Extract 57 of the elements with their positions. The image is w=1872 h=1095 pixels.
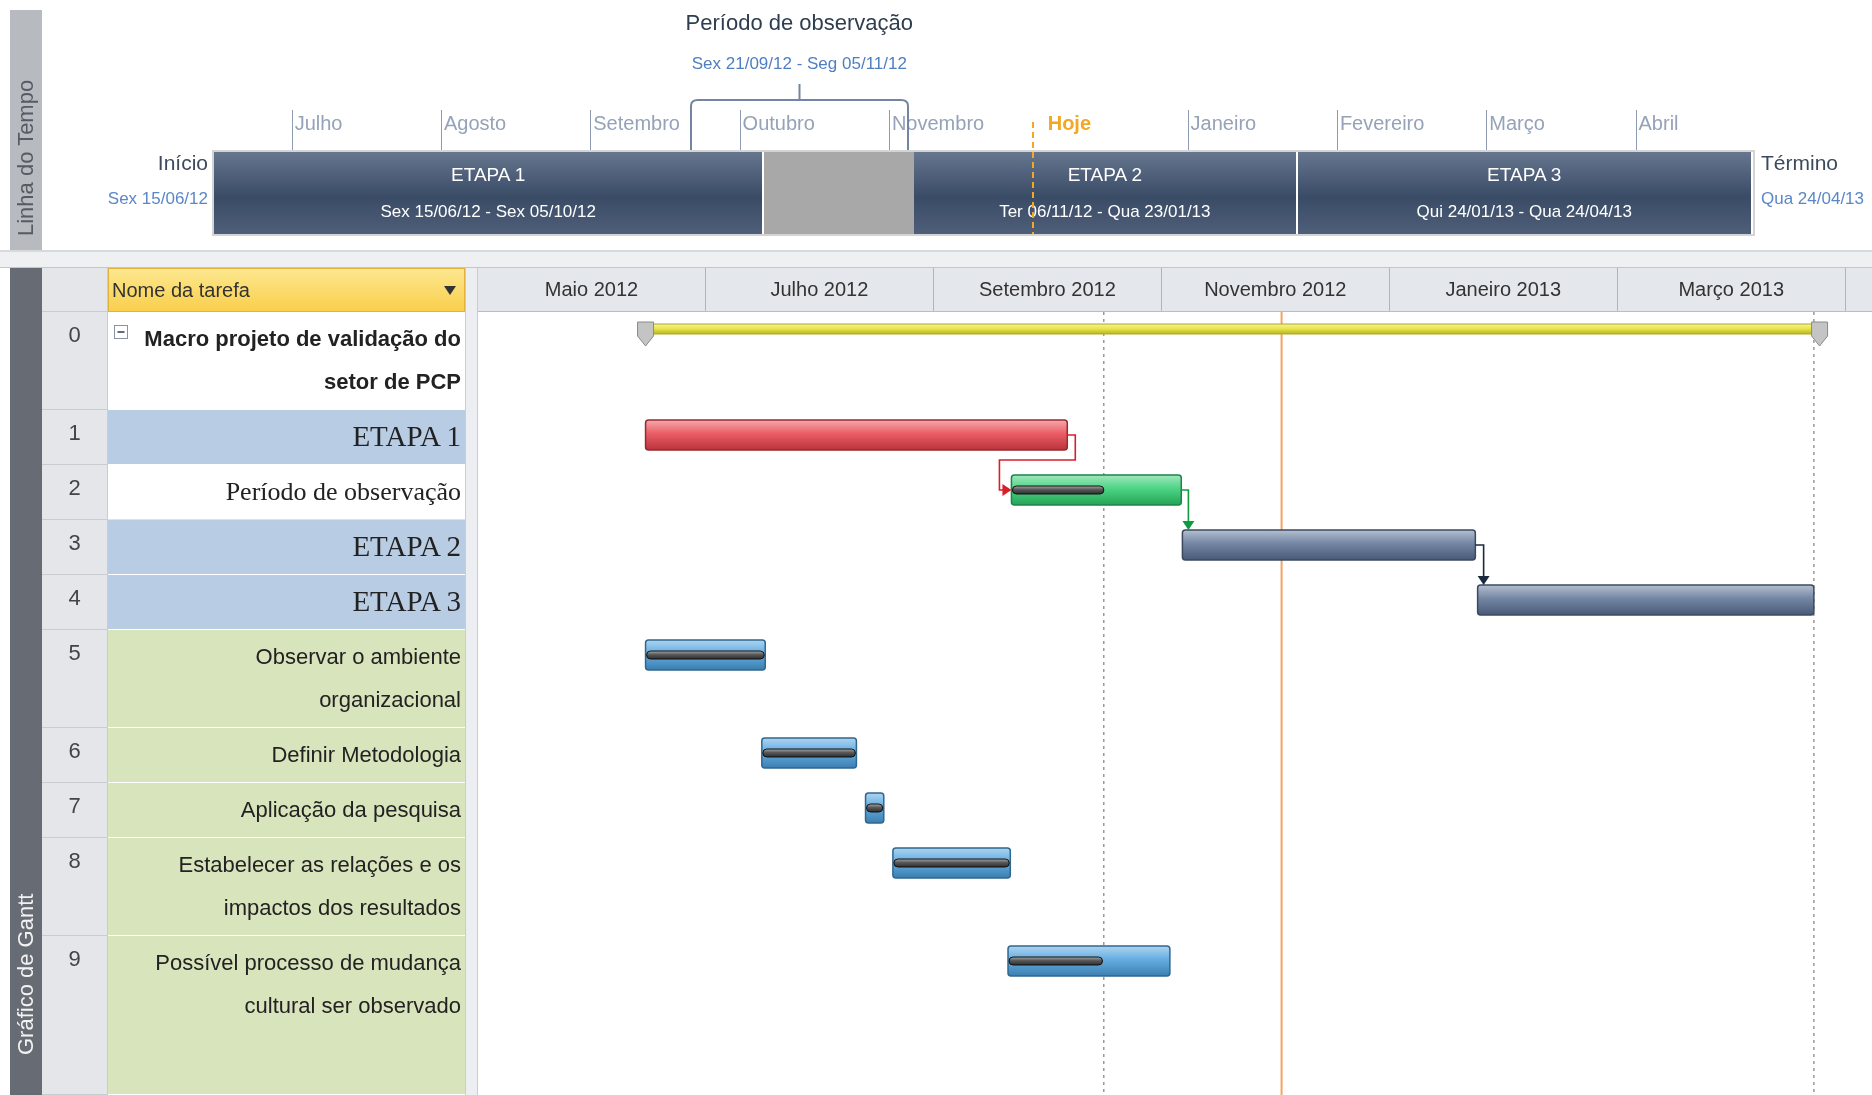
row-number: 4 — [42, 575, 108, 630]
start-date: Sex 15/06/12 — [107, 188, 208, 210]
link-arrow — [1474, 544, 1490, 585]
segment-dates: Sex 15/06/12 - Sex 05/10/12 — [380, 202, 596, 222]
month-label: Abril — [1635, 110, 1679, 150]
month-label: Julho — [291, 110, 343, 150]
task-name: Macro projeto de validação do setor de PCP — [143, 325, 461, 396]
row-number: 5 — [42, 630, 108, 728]
timeline-segment[interactable]: ETAPA 3 Qui 24/01/13 - Qua 24/04/13 — [1297, 152, 1753, 234]
month-label: Outubro — [739, 110, 815, 150]
timescale-label: Janeiro 2013 — [1389, 268, 1618, 311]
task-name: Estabelecer as relações e os impactos dos resultados — [177, 851, 461, 922]
row-number: 0 — [42, 312, 108, 410]
month-label: Março — [1486, 110, 1545, 150]
dropdown-icon[interactable] — [444, 285, 456, 295]
task-name: Aplicação da pesquisa — [239, 796, 461, 824]
start-label: Início — [157, 150, 208, 176]
today-label: Hoje — [1046, 111, 1092, 136]
row-number: 7 — [42, 783, 108, 838]
finish-date: Qua 24/04/13 — [1761, 188, 1865, 210]
column-header[interactable]: Nome da tarefa — [108, 268, 465, 312]
month-label: Fevereiro — [1336, 110, 1425, 150]
timescale-label: Julho 2012 — [705, 268, 934, 311]
segment-title: ETAPA 2 — [1067, 164, 1142, 186]
row-number: 8 — [42, 838, 108, 936]
task-name: Observar o ambiente organizacional — [254, 643, 461, 714]
row-number: 1 — [42, 410, 108, 465]
collapse-icon[interactable] — [114, 325, 128, 339]
link-arrow — [1180, 489, 1195, 530]
task-name: Definir Metodologia — [270, 741, 461, 769]
month-label: Setembro — [590, 110, 680, 150]
task-name: ETAPA 1 — [351, 419, 461, 454]
timeline-segment[interactable]: ETAPA 1 Sex 15/06/12 - Sex 05/10/12 — [214, 152, 765, 234]
month-label: Janeiro — [1187, 110, 1257, 150]
task-name: Período de observação — [224, 476, 461, 508]
row-number: 9 — [42, 936, 108, 1095]
timescale-label: Maio 2012 — [478, 268, 706, 311]
column-title: Nome da tarefa — [112, 278, 251, 302]
timescale-label: Março 2013 — [1617, 268, 1846, 311]
timescale-label: Setembro 2012 — [933, 268, 1162, 311]
month-label: Agosto — [440, 110, 507, 150]
row-number: 3 — [42, 520, 108, 575]
segment-dates: Ter 06/11/12 - Qua 23/01/13 — [999, 202, 1211, 222]
timescale-label: Novembro 2012 — [1161, 268, 1390, 311]
task-name: Possível processo de mudança cultural ser observado — [154, 949, 461, 1020]
task-bar — [864, 792, 885, 824]
timeline-segment[interactable]: ETAPA 2 Ter 06/11/12 - Qua 23/01/13 — [914, 152, 1298, 234]
callout-title: Período de observação — [685, 10, 914, 36]
callout-dates: Sex 21/09/12 - Seg 05/11/12 — [691, 54, 907, 74]
row-number: 6 — [42, 728, 108, 783]
segment-dates: Qui 24/01/13 - Qua 24/04/13 — [1416, 202, 1632, 222]
row-number: 2 — [42, 465, 108, 520]
finish-label: Término — [1761, 150, 1839, 176]
task-name: ETAPA 3 — [351, 584, 461, 619]
task-name: ETAPA 2 — [351, 529, 461, 564]
segment-title: ETAPA 1 — [451, 164, 526, 186]
segment-title: ETAPA 3 — [1487, 164, 1562, 186]
